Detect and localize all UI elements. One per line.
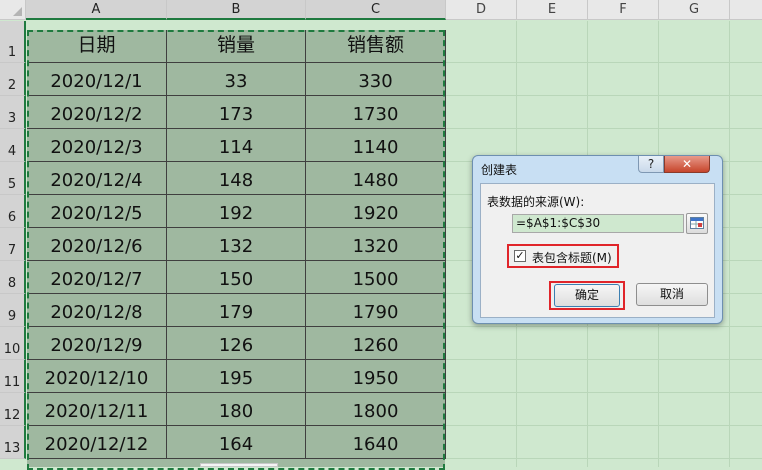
table-cell[interactable]: 192	[167, 195, 306, 228]
table-cell[interactable]: 1730	[306, 96, 446, 129]
create-table-dialog: 创建表 ? ✕ 表数据的来源(W): =$A$1:$C$30 ✓ 表包含标题(M…	[472, 155, 723, 324]
table-cell[interactable]: 1260	[306, 327, 446, 360]
row-header[interactable]: 1	[0, 21, 26, 63]
dialog-body: 表数据的来源(W): =$A$1:$C$30 ✓ 表包含标题(M) 确定 取消	[480, 183, 715, 318]
table-cell[interactable]: 1140	[306, 129, 446, 162]
gridline	[446, 458, 762, 459]
table-cell[interactable]: 132	[167, 228, 306, 261]
gridline	[729, 21, 730, 467]
row-header[interactable]: 2	[0, 63, 26, 96]
table-cell[interactable]: 2020/12/10	[27, 360, 167, 393]
table-cell[interactable]: 1500	[306, 261, 446, 294]
row-number: 8	[7, 276, 17, 291]
row-number: 1	[7, 45, 17, 60]
table-cell[interactable]: 2020/12/2	[27, 96, 167, 129]
table-cell[interactable]: 173	[167, 96, 306, 129]
table-cell[interactable]: 1320	[306, 228, 446, 261]
table-cell[interactable]: 150	[167, 261, 306, 294]
col-header-c[interactable]: C	[306, 0, 446, 20]
source-label: 表数据的来源(W):	[487, 195, 585, 209]
row-header[interactable]: 13	[0, 426, 26, 459]
row-number: 4	[7, 144, 17, 159]
col-header-d[interactable]: D	[446, 0, 517, 20]
horizontal-scroll-thumb[interactable]	[200, 463, 278, 467]
table-cell[interactable]: 1640	[306, 426, 446, 459]
col-header-e[interactable]: E	[517, 0, 588, 20]
table-cell[interactable]: 2020/12/1	[27, 63, 167, 96]
table-header-cell[interactable]: 日期	[27, 30, 167, 63]
col-header-b[interactable]: B	[167, 0, 306, 20]
row-header[interactable]: 5	[0, 162, 26, 195]
table-cell[interactable]: 148	[167, 162, 306, 195]
table-cell[interactable]: 2020/12/3	[27, 129, 167, 162]
gridline	[446, 359, 762, 360]
help-button[interactable]: ?	[638, 156, 664, 173]
table-header-cell[interactable]: 销量	[167, 30, 306, 63]
row-header[interactable]: 9	[0, 294, 26, 327]
table-cell[interactable]: 1480	[306, 162, 446, 195]
col-header-g[interactable]: G	[659, 0, 730, 20]
table-cell[interactable]: 2020/12/5	[27, 195, 167, 228]
table-cell[interactable]: 180	[167, 393, 306, 426]
table-cell[interactable]: 1800	[306, 393, 446, 426]
ok-highlight: 确定	[549, 281, 625, 310]
table-cell[interactable]: 1790	[306, 294, 446, 327]
row-number: 6	[7, 210, 17, 225]
has-headers-checkbox[interactable]: ✓	[514, 250, 526, 262]
row-header[interactable]: 6	[0, 195, 26, 228]
table-cell[interactable]: 114	[167, 129, 306, 162]
table-cell[interactable]: 2020/12/11	[27, 393, 167, 426]
table-cell[interactable]: 1950	[306, 360, 446, 393]
row-number: 7	[7, 243, 17, 258]
table-cell[interactable]: 33	[167, 63, 306, 96]
table-header-cell[interactable]: 销售额	[306, 30, 446, 63]
gridline	[446, 128, 762, 129]
gridline	[446, 326, 762, 327]
cancel-button[interactable]: 取消	[636, 283, 708, 306]
table-cell[interactable]: 126	[167, 327, 306, 360]
table-cell[interactable]: 2020/12/4	[27, 162, 167, 195]
collapse-dialog-button[interactable]	[686, 213, 708, 234]
table-cell[interactable]: 179	[167, 294, 306, 327]
row-header[interactable]: 10	[0, 327, 26, 360]
row-header[interactable]: 8	[0, 261, 26, 294]
row-header[interactable]: 3	[0, 96, 26, 129]
gridline	[446, 62, 762, 63]
row-header[interactable]: 4	[0, 129, 26, 162]
table-cell[interactable]: 1920	[306, 195, 446, 228]
table-cell[interactable]: 330	[306, 63, 446, 96]
row-header[interactable]: 12	[0, 393, 26, 426]
col-header-h[interactable]	[730, 0, 762, 20]
gridline	[446, 425, 762, 426]
table-cell[interactable]: 2020/12/12	[27, 426, 167, 459]
range-select-icon	[690, 217, 704, 229]
table-cell[interactable]: 164	[167, 426, 306, 459]
table-cell[interactable]: 2020/12/7	[27, 261, 167, 294]
row-number: 9	[7, 309, 17, 324]
gridline	[446, 392, 762, 393]
table-cell[interactable]: 2020/12/8	[27, 294, 167, 327]
row-number: 10	[3, 342, 21, 357]
select-all-corner[interactable]	[0, 0, 26, 20]
has-headers-label[interactable]: 表包含标题(M)	[532, 249, 612, 266]
row-number: 12	[3, 408, 21, 423]
row-number: 2	[7, 78, 17, 93]
col-header-a[interactable]: A	[26, 0, 167, 20]
has-headers-highlight: ✓ 表包含标题(M)	[507, 244, 619, 268]
close-button[interactable]: ✕	[664, 156, 710, 173]
source-range-input[interactable]: =$A$1:$C$30	[512, 214, 684, 233]
row-header[interactable]: 11	[0, 360, 26, 393]
row-number: 5	[7, 177, 17, 192]
row-number: 13	[3, 441, 21, 456]
table-cell[interactable]: 2020/12/9	[27, 327, 167, 360]
dialog-title: 创建表	[481, 163, 518, 177]
gridline	[446, 95, 762, 96]
col-header-f[interactable]: F	[588, 0, 659, 20]
row-number: 3	[7, 111, 17, 126]
row-number: 11	[3, 375, 21, 390]
row-header[interactable]: 7	[0, 228, 26, 261]
table-cell[interactable]: 195	[167, 360, 306, 393]
ok-button[interactable]: 确定	[554, 284, 620, 307]
table-cell[interactable]: 2020/12/6	[27, 228, 167, 261]
